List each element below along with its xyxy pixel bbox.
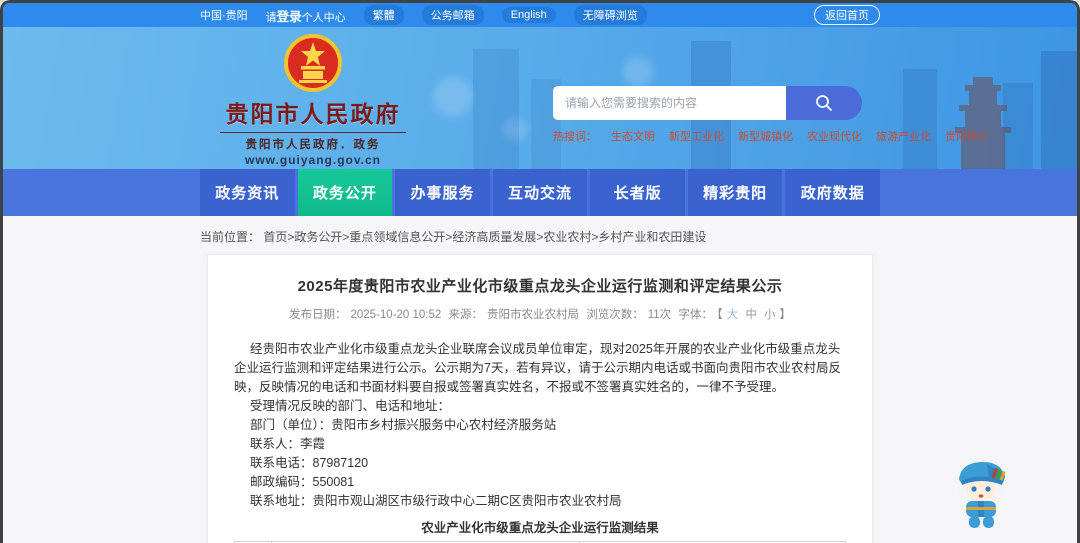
search-button[interactable] xyxy=(786,86,862,120)
nav-item-jingcai-guiyang[interactable]: 精彩贵阳 xyxy=(687,169,783,216)
search-input[interactable] xyxy=(553,86,786,120)
site-url: www.guiyang.gov.cn xyxy=(244,153,381,167)
article-body: 经贵阳市农业产业化市级重点龙头企业联席会议成员单位审定，现对2025年开展的农业… xyxy=(234,340,846,511)
article-meta: 发布日期： 2025-10-20 10:52 来源： 贵阳市农业农村局 浏览次数： 1… xyxy=(234,306,846,331)
main-nav: 政务资讯 政务公开 办事服务 互动交流 长者版 精彩贵阳 政府数据 xyxy=(3,169,1077,216)
article-paragraph: 联系地址：贵阳市观山湖区市级行政中心二期C区贵阳市农业农村局 xyxy=(250,494,622,508)
font-size-large-button[interactable]: 大 xyxy=(727,309,739,321)
national-emblem-icon xyxy=(284,34,342,92)
hot-search-row: 热搜词： 生态文明 新型工业化 新型城镇化 农业现代化 旅游产业化 贵阳简介 xyxy=(553,128,989,144)
site-header-banner: 贵阳市人民政府 贵阳市人民政府．政务 www.guiyang.gov.cn 请输… xyxy=(3,27,1077,169)
link-english[interactable]: English xyxy=(501,7,556,23)
views: 11次 xyxy=(647,309,672,321)
article-card: 2025年度贵阳市农业产业化市级重点龙头企业运行监测和评定结果公示 发布日期： 2… xyxy=(207,254,873,543)
login-prefix: 请 xyxy=(265,11,277,24)
font-bracket-open: 【 xyxy=(716,309,723,321)
site-subtitle: 贵阳市人民政府．政务 xyxy=(245,139,381,151)
article-paragraph: 联系人：李霞 xyxy=(250,437,326,451)
nav-item-hudong-jiaoliu[interactable]: 互动交流 xyxy=(492,169,588,216)
hot-search-label: 热搜词： xyxy=(553,131,597,143)
breadcrumb-path[interactable]: 首页>政务公开>重点领域信息公开>经济高质量发展>农业农村>乡村产业和农田建设 xyxy=(263,230,706,244)
assistant-mascot-icon[interactable] xyxy=(953,455,1011,531)
link-login-personal-center[interactable]: 请登录个人中心 xyxy=(266,6,346,25)
browser-page: 中国·贵阳 请登录个人中心 繁體 公务邮箱 English 无障碍浏览 返回首页 xyxy=(0,0,1080,543)
article-paragraph: 部门（单位）：贵阳市乡村振兴服务中心农村经济服务站 xyxy=(250,418,557,432)
views-label: 浏览次数： xyxy=(586,309,644,321)
article-paragraph: 邮政编码：550081 xyxy=(250,475,355,489)
site-logo[interactable]: 贵阳市人民政府 贵阳市人民政府．政务 www.guiyang.gov.cn xyxy=(208,33,418,167)
hot-word[interactable]: 旅游产业化 xyxy=(876,128,931,144)
hot-word[interactable]: 生态文明 xyxy=(611,128,655,144)
link-official-mail[interactable]: 公务邮箱 xyxy=(421,5,484,25)
content-area: 当前位置： 首页>政务公开>重点领域信息公开>经济高质量发展>农业农村>乡村产业… xyxy=(3,216,1077,543)
publish-date-label: 发布日期： xyxy=(288,309,347,321)
nav-item-zhengwu-zixun[interactable]: 政务资讯 xyxy=(200,169,295,216)
nav-item-banshi-fuwu[interactable]: 办事服务 xyxy=(395,169,490,216)
results-table-caption: 农业产业化市级重点龙头企业运行监测结果 xyxy=(421,521,659,535)
login-suffix: 个人中心 xyxy=(301,11,346,24)
search-zone: 热搜词： 生态文明 新型工业化 新型城镇化 农业现代化 旅游产业化 贵阳简介 xyxy=(553,86,989,144)
breadcrumb: 当前位置： 首页>政务公开>重点领域信息公开>经济高质量发展>农业农村>乡村产业… xyxy=(200,226,880,254)
publish-date: 2025-10-20 10:52 xyxy=(350,309,442,321)
article-paragraph: 联系电话：87987120 xyxy=(250,456,369,470)
font-size-label: 字体： xyxy=(678,309,713,321)
source-label: 来源： xyxy=(448,309,484,321)
skyline-building xyxy=(903,69,937,169)
font-size-medium-button[interactable]: 中 xyxy=(745,309,757,321)
link-traditional-chinese[interactable]: 繁體 xyxy=(363,5,404,25)
breadcrumb-label: 当前位置： xyxy=(200,230,261,244)
hot-word[interactable]: 贵阳简介 xyxy=(945,128,989,144)
site-name: 贵阳市人民政府 xyxy=(225,101,401,127)
pagoda-silhouette xyxy=(955,77,1011,169)
font-size-small-button[interactable]: 小 xyxy=(764,309,776,321)
hot-word[interactable]: 新型工业化 xyxy=(669,128,724,144)
skyline-building xyxy=(1041,51,1077,169)
login-strong: 登录 xyxy=(276,9,302,24)
hot-word[interactable]: 新型城镇化 xyxy=(738,128,793,144)
font-bracket-close: 】 xyxy=(779,309,792,321)
nav-item-zhengwu-gongkai[interactable]: 政务公开 xyxy=(297,169,393,216)
hot-word[interactable]: 农业现代化 xyxy=(807,128,862,144)
top-utility-bar: 中国·贵阳 请登录个人中心 繁體 公务邮箱 English 无障碍浏览 返回首页 xyxy=(3,3,1077,27)
search-icon xyxy=(816,95,832,111)
article-paragraph: 经贵阳市农业产业化市级重点龙头企业联席会议成员单位审定，现对2025年开展的农业… xyxy=(234,342,841,394)
article-paragraph: 受理情况反映的部门、电话和地址： xyxy=(250,399,451,413)
link-accessibility[interactable]: 无障碍浏览 xyxy=(573,5,647,25)
back-to-home-button[interactable]: 返回首页 xyxy=(814,5,880,25)
nav-item-zhangzheban[interactable]: 长者版 xyxy=(590,169,685,216)
logo-divider xyxy=(220,132,406,133)
article-title: 2025年度贵阳市农业产业化市级重点龙头企业运行监测和评定结果公示 xyxy=(297,278,783,295)
link-china-guiyang[interactable]: 中国·贵阳 xyxy=(200,7,248,23)
nav-item-zhengfu-shuju[interactable]: 政府数据 xyxy=(785,169,881,216)
source: 贵阳市农业农村局 xyxy=(487,309,579,321)
